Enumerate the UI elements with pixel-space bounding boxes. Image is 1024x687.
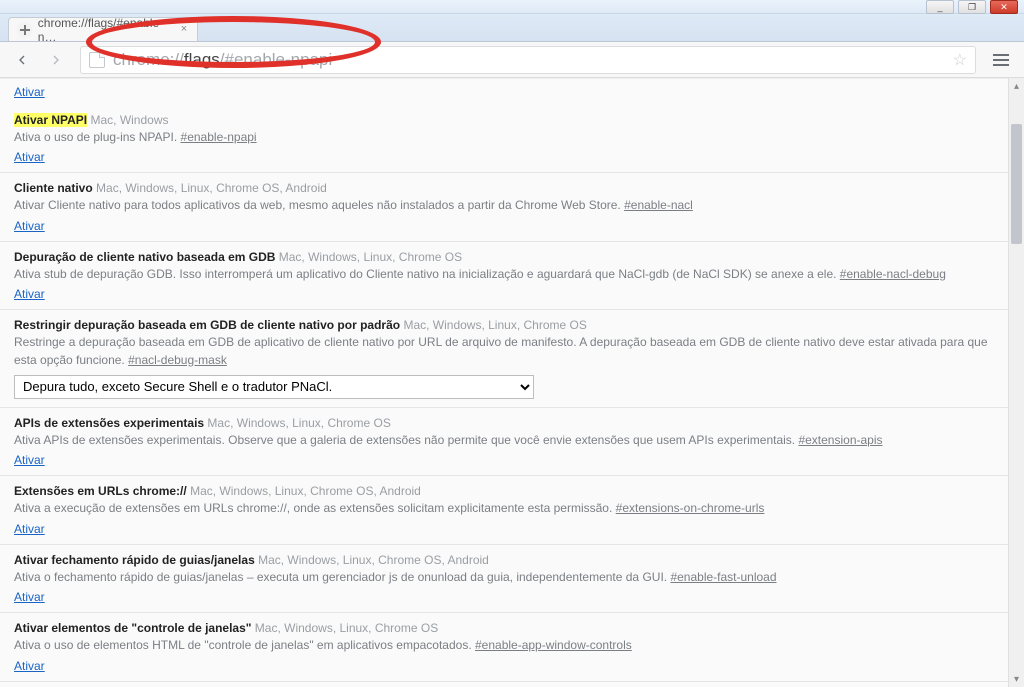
url-text: chrome://flags/#enable-npapi: [113, 50, 332, 70]
flag-platforms: Mac, Windows, Linux, Chrome OS, Android: [93, 181, 327, 195]
flag-hash-link[interactable]: #enable-app-window-controls: [475, 638, 632, 652]
scroll-up-button[interactable]: ▴: [1009, 78, 1024, 94]
flag-hash-link[interactable]: #nacl-debug-mask: [128, 353, 227, 367]
flag-platforms: Mac, Windows, Linux, Chrome OS, Android: [255, 553, 489, 567]
window-titlebar: _ ❐ ✕: [0, 0, 1024, 14]
tab-close-icon[interactable]: ×: [177, 22, 191, 36]
flag-description: Ativa stub de depuração GDB. Isso interr…: [14, 266, 994, 283]
flag-hash-link[interactable]: #enable-nacl-debug: [840, 267, 946, 281]
flag-description: Ativa APIs de extensões experimentais. O…: [14, 432, 994, 449]
browser-toolbar: chrome://flags/#enable-npapi ☆: [0, 42, 1024, 78]
flag-action-link[interactable]: Ativar: [14, 287, 45, 301]
flag-hash-link[interactable]: #enable-nacl: [624, 198, 693, 212]
bookmark-star-icon[interactable]: ☆: [953, 50, 967, 70]
flag-platforms: Mac, Windows: [87, 113, 168, 127]
address-bar[interactable]: chrome://flags/#enable-npapi ☆: [80, 46, 976, 74]
flag-select[interactable]: Depura tudo, exceto Secure Shell e o tra…: [14, 375, 534, 399]
flag-action-link[interactable]: Ativar: [14, 522, 45, 536]
browser-tab[interactable]: chrome://flags/#enable-n… ×: [8, 17, 198, 41]
flag-description: Restringe a depuração baseada em GDB de …: [14, 334, 994, 369]
flag-hash-link[interactable]: #enable-fast-unload: [670, 570, 776, 584]
flag-action-link[interactable]: Ativar: [14, 659, 45, 673]
forward-button[interactable]: [42, 46, 70, 74]
flag-title: Depuração de cliente nativo baseada em G…: [14, 250, 275, 264]
flag-title: Cliente nativo: [14, 181, 93, 195]
flag-hash-link[interactable]: #enable-npapi: [181, 130, 257, 144]
flag-platforms: Mac, Windows, Linux, Chrome OS: [400, 318, 587, 332]
flag-action-link[interactable]: Ativar: [14, 453, 45, 467]
flag-platforms: Mac, Windows, Linux, Chrome OS: [251, 621, 438, 635]
previous-flag-trailing: Ativar: [0, 79, 1008, 105]
flag-description: Ativa o fechamento rápido de guias/janel…: [14, 569, 994, 586]
window-maximize-button[interactable]: ❐: [958, 0, 986, 14]
scroll-thumb[interactable]: [1011, 124, 1022, 244]
flag-description: Ativa o uso de plug-ins NPAPI. #enable-n…: [14, 129, 994, 146]
flag-action-link[interactable]: Ativar: [14, 150, 45, 164]
flag-platforms: Mac, Windows, Linux, Chrome OS, Android: [187, 484, 421, 498]
flag-item: APIs de extensões experimentais Mac, Win…: [0, 408, 1008, 476]
flag-item: Cliente nativo Mac, Windows, Linux, Chro…: [0, 173, 1008, 241]
tab-strip: chrome://flags/#enable-n… ×: [0, 14, 1024, 42]
page-icon: [89, 52, 105, 68]
flag-title: APIs de extensões experimentais: [14, 416, 204, 430]
vertical-scrollbar[interactable]: ▴ ▾: [1008, 78, 1024, 687]
flag-item: Desativar auditoria de hiperlink Mac, Wi…: [0, 682, 1008, 687]
flag-item: Ativar NPAPI Mac, Windows Ativa o uso de …: [0, 105, 1008, 173]
radioactive-favicon-icon: [17, 22, 32, 38]
flag-description: Ativa o uso de elementos HTML de "contro…: [14, 637, 994, 654]
scroll-track[interactable]: [1009, 94, 1024, 671]
flag-action-link[interactable]: Ativar: [14, 85, 45, 99]
flag-action-link[interactable]: Ativar: [14, 219, 45, 233]
page-content: Ativar Ativar NPAPI Mac, Windows Ativa o …: [0, 78, 1008, 687]
flag-platforms: Mac, Windows, Linux, Chrome OS: [275, 250, 462, 264]
flag-hash-link[interactable]: #extension-apis: [798, 433, 882, 447]
flag-title: Extensões em URLs chrome://: [14, 484, 187, 498]
flag-hash-link[interactable]: #extensions-on-chrome-urls: [616, 501, 765, 515]
flag-description: Ativar Cliente nativo para todos aplicat…: [14, 197, 994, 214]
flag-title: Ativar elementos de "controle de janelas…: [14, 621, 251, 635]
flag-description: Ativa a execução de extensões em URLs ch…: [14, 500, 994, 517]
flag-title: Restringir depuração baseada em GDB de c…: [14, 318, 400, 332]
flag-action-link[interactable]: Ativar: [14, 590, 45, 604]
window-minimize-button[interactable]: _: [926, 0, 954, 14]
flag-title: Ativar fechamento rápido de guias/janela…: [14, 553, 255, 567]
scroll-down-button[interactable]: ▾: [1009, 671, 1024, 687]
flag-item: Depuração de cliente nativo baseada em G…: [0, 242, 1008, 310]
tab-title: chrome://flags/#enable-n…: [38, 16, 171, 44]
back-button[interactable]: [8, 46, 36, 74]
flag-title: Ativar NPAPI: [14, 113, 87, 127]
flag-item: Ativar elementos de "controle de janelas…: [0, 613, 1008, 681]
flag-platforms: Mac, Windows, Linux, Chrome OS: [204, 416, 391, 430]
chrome-menu-button[interactable]: [986, 46, 1016, 74]
flag-item: Extensões em URLs chrome:// Mac, Windows…: [0, 476, 1008, 544]
window-close-button[interactable]: ✕: [990, 0, 1018, 14]
flag-item: Restringir depuração baseada em GDB de c…: [0, 310, 1008, 408]
flag-item: Ativar fechamento rápido de guias/janela…: [0, 545, 1008, 613]
